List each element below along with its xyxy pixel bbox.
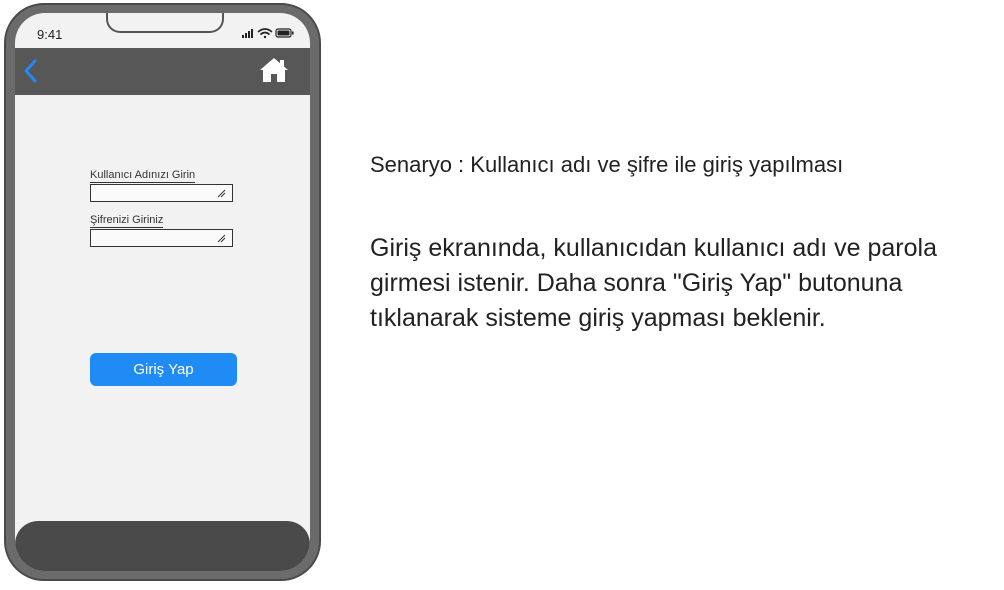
phone-screen: 9:41 Kullanıcı Adınızı Girin Şifrenizi G…	[15, 13, 310, 571]
phone-notch	[106, 13, 224, 33]
resize-handle-icon	[217, 189, 226, 198]
username-label: Kullanıcı Adınızı Girin	[90, 169, 196, 183]
chevron-left-icon	[24, 59, 37, 83]
bottom-bar	[15, 521, 310, 571]
status-icons	[242, 26, 296, 39]
password-label: Şifrenizi Giriniz	[90, 214, 164, 228]
back-button[interactable]	[22, 57, 44, 85]
status-time: 9:41	[37, 27, 63, 42]
phone-mockup: 9:41 Kullanıcı Adınızı Girin Şifrenizi G…	[4, 3, 321, 581]
scenario-description: Giriş ekranında, kullanıcıdan kullanıcı …	[370, 234, 937, 332]
wifi-icon	[257, 28, 273, 39]
scenario-title: Senaryo : Kullanıcı adı ve şifre ile gir…	[370, 152, 844, 177]
home-button[interactable]	[259, 57, 289, 83]
battery-icon	[275, 28, 294, 38]
username-input[interactable]	[90, 184, 233, 202]
login-button[interactable]: Giriş Yap	[90, 353, 237, 386]
resize-handle-icon	[217, 234, 226, 243]
signal-icon	[242, 29, 253, 38]
top-nav-bar	[15, 48, 310, 95]
password-input[interactable]	[90, 229, 233, 247]
home-icon	[260, 58, 288, 82]
